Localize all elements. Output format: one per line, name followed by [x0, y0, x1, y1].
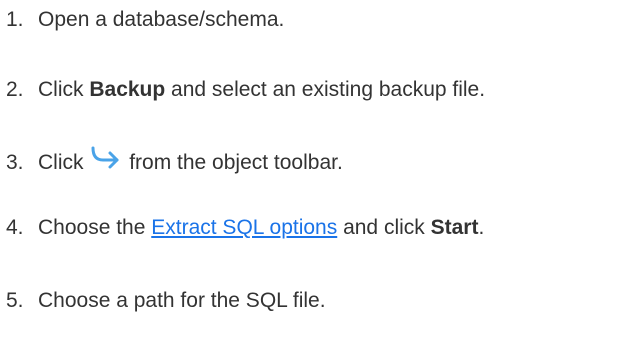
step-text: Choose a path for the SQL file. [38, 289, 326, 312]
step-text: Open a database/schema. [38, 8, 285, 31]
step-number: 3. [6, 151, 24, 174]
step-number: 1. [6, 8, 24, 31]
step-4: 4. Choose the Extract SQL options and cli… [0, 215, 484, 241]
step-text-post: from the object toolbar. [129, 151, 343, 174]
step-text-pre: Click [38, 151, 84, 174]
step-text-pre: Choose the [38, 216, 152, 239]
step-number: 2. [6, 78, 24, 101]
extract-arrow-icon [89, 145, 123, 171]
step-2: 2. Click Backup and select an existing ba… [0, 77, 485, 103]
start-label: Start [430, 216, 479, 239]
step-text-post: and select an existing backup file. [165, 78, 486, 101]
step-text-pre: Click [38, 78, 90, 101]
step-5: 5. Choose a path for the SQL file. [0, 288, 326, 314]
step-3: 3. Click from the object toolbar. [0, 145, 343, 176]
extract-sql-options-link[interactable]: Extract SQL options [151, 216, 337, 239]
step-text-post: . [478, 216, 485, 239]
step-number: 5. [6, 289, 24, 312]
instruction-steps: 1. Open a database/schema. 2. Click Backup… [0, 0, 626, 353]
step-number: 4. [6, 216, 24, 239]
step-1: 1. Open a database/schema. [0, 7, 284, 33]
backup-label: Backup [89, 78, 166, 101]
step-text-mid: and click [337, 216, 431, 239]
